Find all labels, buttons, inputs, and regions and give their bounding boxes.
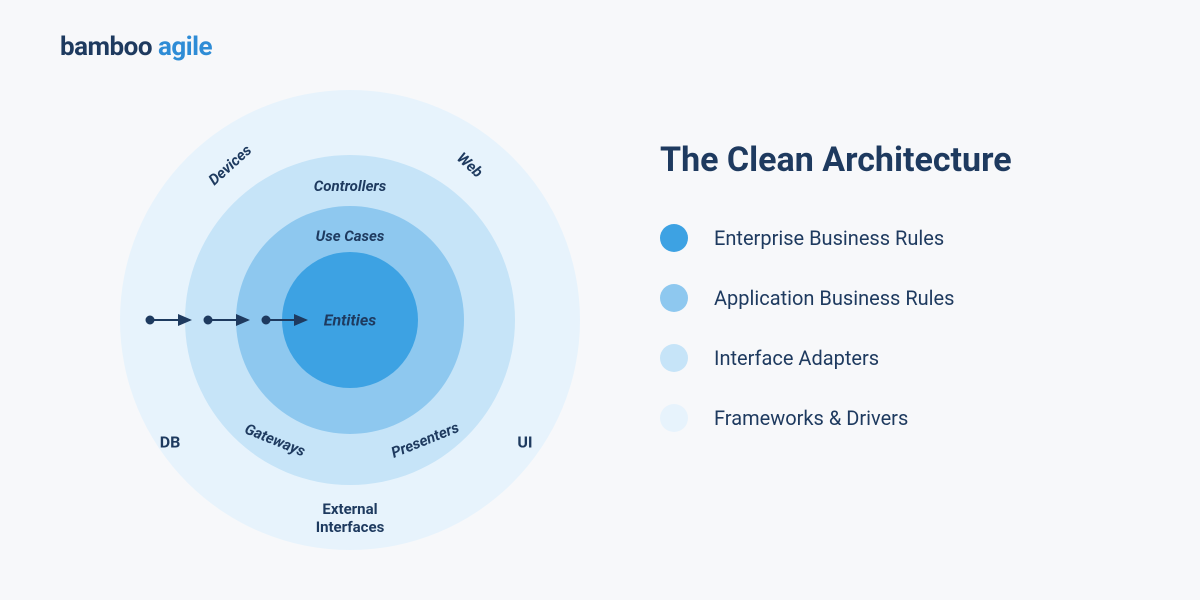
- label-controllers: Controllers: [314, 177, 386, 195]
- legend-item: Frameworks & Drivers: [660, 404, 1160, 432]
- legend-label: Frameworks & Drivers: [714, 406, 908, 430]
- legend-swatch: [660, 404, 688, 432]
- label-ui: UI: [517, 433, 532, 452]
- label-external-interfaces: External Interfaces: [316, 500, 385, 536]
- legend-label: Interface Adapters: [714, 346, 879, 370]
- label-db: DB: [160, 433, 181, 452]
- clean-architecture-diagram: Entities Use Cases Controllers Gateways …: [120, 90, 580, 550]
- legend-label: Application Business Rules: [714, 286, 954, 310]
- legend-swatch: [660, 224, 688, 252]
- legend-label: Enterprise Business Rules: [714, 226, 944, 250]
- label-use-cases: Use Cases: [316, 227, 385, 245]
- legend-item: Enterprise Business Rules: [660, 224, 1160, 252]
- legend-swatch: [660, 344, 688, 372]
- legend-swatch: [660, 284, 688, 312]
- legend-item: Interface Adapters: [660, 344, 1160, 372]
- label-entities: Entities: [324, 311, 377, 330]
- right-panel: The Clean Architecture Enterprise Busine…: [660, 140, 1160, 432]
- diagram-title: The Clean Architecture: [660, 140, 1160, 180]
- stage: Entities Use Cases Controllers Gateways …: [0, 0, 1200, 600]
- legend: Enterprise Business Rules Application Bu…: [660, 224, 1160, 432]
- legend-item: Application Business Rules: [660, 284, 1160, 312]
